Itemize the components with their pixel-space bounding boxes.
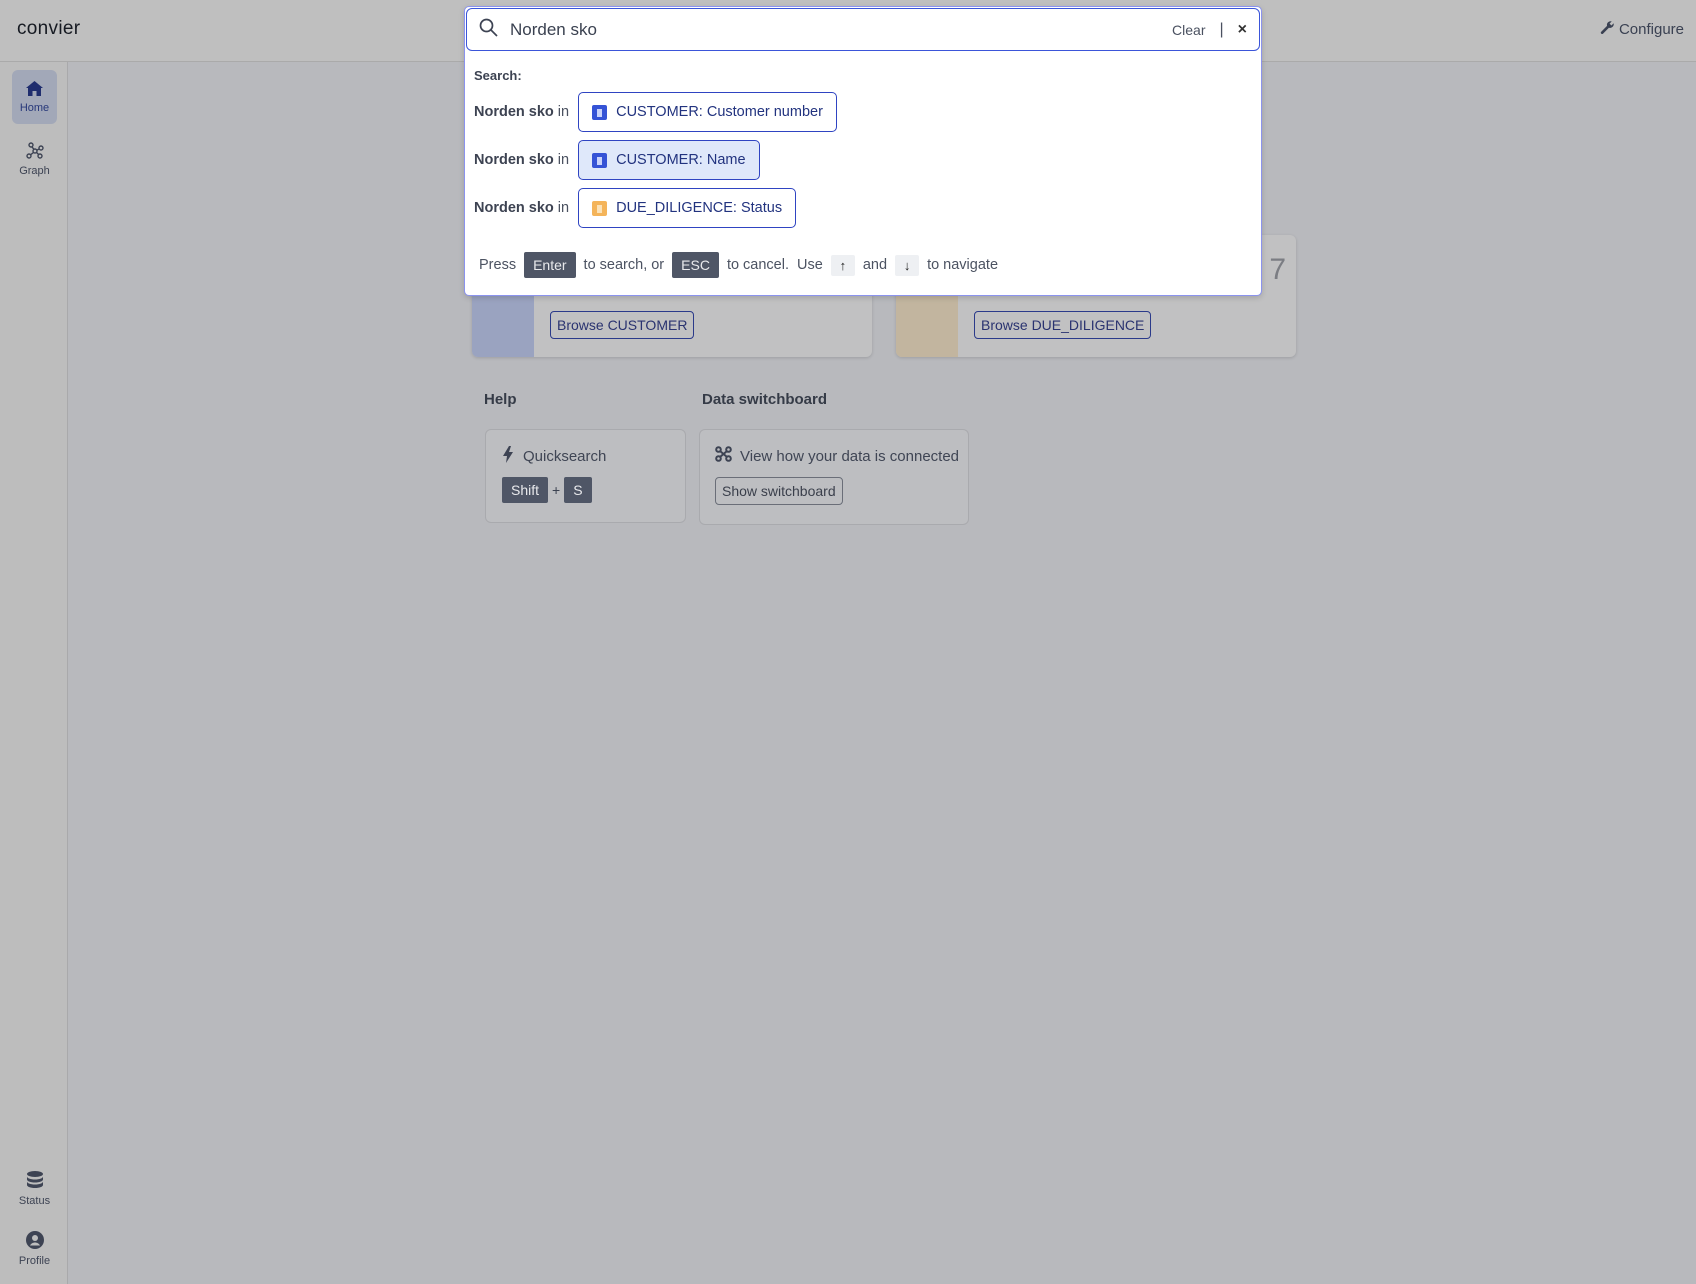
search-result-row: Norden sko in DUE_DILIGENCE: Status <box>474 188 797 228</box>
close-icon[interactable]: × <box>1238 21 1247 39</box>
search-term: Norden sko <box>474 104 554 120</box>
search-option-customer-name[interactable]: CUSTOMER: Name <box>578 140 760 180</box>
home-icon <box>26 80 43 99</box>
chip-label: DUE_DILIGENCE: Status <box>616 200 783 216</box>
switchboard-title: Data switchboard <box>702 391 828 408</box>
in-label: in <box>557 104 570 120</box>
search-option-due-diligence-status[interactable]: DUE_DILIGENCE: Status <box>578 188 797 228</box>
hint-text: to search, or <box>583 257 665 273</box>
wrench-icon <box>1600 20 1615 39</box>
search-input[interactable] <box>510 19 1173 40</box>
hint-text: and <box>862 257 888 273</box>
configure-label: Configure <box>1618 21 1684 38</box>
lightning-icon <box>503 446 513 467</box>
keyboard-hint: Press Enter to search, or ESC to cancel.… <box>479 252 998 278</box>
chip-label: CUSTOMER: Name <box>616 152 746 168</box>
arrow-up-icon: ↑ <box>830 254 855 276</box>
building-icon <box>592 104 608 120</box>
search-term: Norden sko <box>474 152 554 168</box>
document-icon <box>592 200 608 216</box>
help-title: Help <box>484 391 517 408</box>
search-section-label: Search: <box>474 68 522 83</box>
in-label: in <box>557 200 570 216</box>
switchboard-text: View how your data is connected <box>740 447 960 465</box>
quicksearch-card: Quicksearch Shift + S <box>485 429 686 523</box>
hint-text: Press <box>479 257 517 273</box>
browse-due-diligence-button[interactable]: Browse DUE_DILIGENCE <box>974 311 1152 339</box>
esc-key: ESC <box>672 252 719 278</box>
sidebar-item-label: Graph <box>19 164 50 177</box>
search-icon <box>479 18 498 42</box>
quicksearch-panel: Clear | × Search: Norden sko in CUSTOMER… <box>464 6 1262 296</box>
sidebar-item-label: Home <box>19 101 50 114</box>
sidebar: Home Graph Status Profile <box>0 62 68 1284</box>
sidebar-item-graph[interactable]: Graph <box>12 132 57 186</box>
s-key: S <box>564 477 592 503</box>
plus-sign: + <box>552 482 561 498</box>
chip-label: CUSTOMER: Customer number <box>616 104 823 120</box>
search-box: Clear | × <box>466 8 1260 51</box>
in-label: in <box>557 152 570 168</box>
arrow-down-icon: ↓ <box>895 254 920 276</box>
sidebar-item-home[interactable]: Home <box>12 70 57 124</box>
sidebar-item-status[interactable]: Status <box>12 1162 57 1216</box>
building-icon <box>592 152 608 168</box>
shift-key: Shift <box>502 477 549 503</box>
record-count: 7 <box>1269 253 1286 286</box>
database-icon <box>26 1171 43 1192</box>
browse-customer-button[interactable]: Browse CUSTOMER <box>550 311 695 339</box>
graph-icon <box>25 141 44 162</box>
command-icon <box>715 446 732 466</box>
hint-text: to cancel. Use <box>726 257 823 273</box>
configure-button[interactable]: Configure <box>1600 20 1684 39</box>
switchboard-card: View how your data is connected Show swi… <box>699 429 969 525</box>
enter-key: Enter <box>524 252 576 278</box>
divider: | <box>1219 20 1224 38</box>
quicksearch-label: Quicksearch <box>523 448 607 465</box>
sidebar-item-profile[interactable]: Profile <box>12 1222 57 1276</box>
sidebar-item-label: Profile <box>18 1255 51 1267</box>
search-term: Norden sko <box>474 200 554 216</box>
hint-text: to navigate <box>927 257 999 273</box>
user-circle-icon <box>25 1231 44 1252</box>
show-switchboard-button[interactable]: Show switchboard <box>715 477 843 505</box>
sidebar-item-label: Status <box>18 1195 51 1207</box>
search-result-row: Norden sko in CUSTOMER: Customer number <box>474 92 837 132</box>
search-option-customer-number[interactable]: CUSTOMER: Customer number <box>578 92 837 132</box>
search-result-row: Norden sko in CUSTOMER: Name <box>474 140 760 180</box>
logo[interactable]: convier <box>17 18 80 40</box>
clear-button[interactable]: Clear <box>1172 22 1205 38</box>
